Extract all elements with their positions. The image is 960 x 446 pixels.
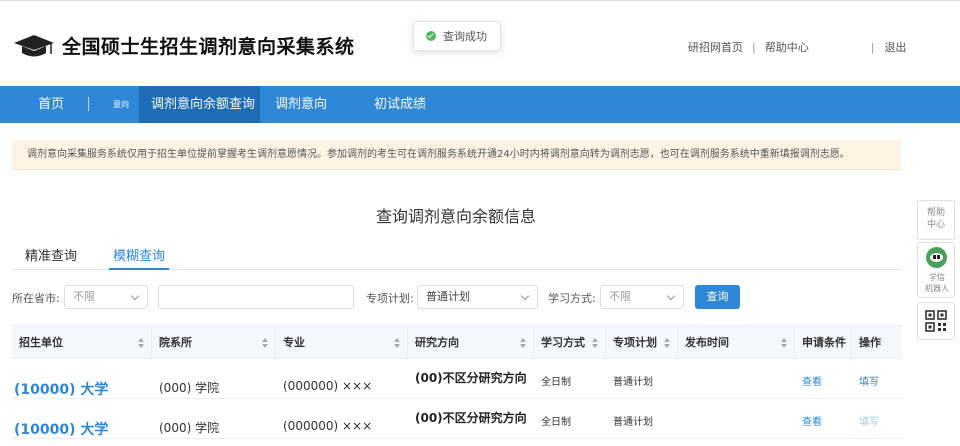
nav-intention[interactable]: 调剂意向 [275, 86, 327, 123]
chevron-down-icon [666, 291, 676, 301]
nav-separator [88, 97, 89, 111]
toast-message: 查询成功 [443, 30, 487, 43]
home-link[interactable]: 研招网首页 [688, 39, 743, 55]
section-title: 查询调剂意向余额信息 [375, 207, 536, 226]
cell-dept: (000) 学院 [159, 421, 220, 435]
help-center-link[interactable]: 帮助中心 [765, 39, 809, 55]
header: 全国硕士生招生调剂意向采集系统 查询成功 研招网首页 | 帮助中心 | 退出 [0, 0, 960, 86]
cell-direction: (00)不区分研究方向 [415, 411, 527, 425]
chevron-down-icon [130, 291, 140, 301]
province-select[interactable]: 不限 [64, 285, 148, 309]
link-separator: | [870, 40, 875, 54]
nav-quota-query[interactable]: 调剂意向余额查询 [139, 86, 260, 123]
column-header-plan[interactable]: 专项计划 [606, 326, 678, 360]
cell-time [678, 359, 795, 399]
help-label-line2: 中心 [926, 220, 945, 230]
column-header-unit[interactable]: 招生单位 [12, 326, 152, 360]
special-plan-select[interactable]: 普通计划 [417, 285, 538, 309]
view-conditions-link[interactable]: 查看 [795, 399, 852, 439]
cell-major: (000000) ××× [283, 379, 373, 393]
sort-icon[interactable] [520, 338, 526, 348]
nav-small-label: 意向 [113, 100, 129, 109]
site-title: 全国硕士生招生调剂意向采集系统 [62, 36, 355, 58]
tab-exact-query[interactable]: 精准查询 [25, 245, 77, 270]
check-circle-icon [426, 31, 436, 41]
table-header: 招生单位 院系所 专业 研究方向 学习方式 专项计划 发布时间 申请条件 操作 [12, 325, 902, 360]
top-links: 研招网首页 | 帮助中心 | 退出 [688, 39, 906, 55]
logout-link[interactable]: 退出 [884, 39, 906, 55]
special-plan-select-value: 普通计划 [426, 290, 470, 303]
column-header-condition: 申请条件 [795, 326, 852, 360]
nav-scores[interactable]: 初试成绩 [374, 86, 426, 123]
cell-major: (000000) ××× [283, 419, 373, 433]
column-header-action: 操作 [859, 336, 881, 349]
cell-plan: 普通计划 [613, 417, 653, 428]
column-header-dept[interactable]: 院系所 [152, 326, 276, 360]
query-button[interactable]: 查询 [695, 285, 740, 309]
qr-code-icon [925, 310, 947, 332]
filter-row: 所在省市: 不限 专项计划: 普通计划 学习方式: 不限 查询 [0, 285, 912, 309]
chatbot-label: 学信 机器人 [925, 273, 949, 293]
sort-icon[interactable] [394, 338, 400, 348]
column-header-major[interactable]: 专业 [276, 326, 408, 360]
cell-mode: 全日制 [541, 377, 571, 388]
column-header-mode[interactable]: 学习方式 [534, 326, 606, 360]
chatbot-button[interactable]: 学信 机器人 [917, 242, 955, 298]
tab-fuzzy-query[interactable]: 模糊查询 [109, 245, 169, 270]
province-label: 所在省市: [12, 292, 60, 305]
fill-in-link[interactable]: 填写 [852, 359, 902, 399]
cell-unit[interactable]: (10000) 大学 [12, 399, 152, 439]
column-header-time[interactable]: 发布时间 [678, 326, 795, 360]
sort-icon[interactable] [592, 338, 598, 348]
cell-plan: 普通计划 [613, 377, 653, 388]
query-tabs: 精准查询 模糊查询 [12, 245, 902, 270]
cell-mode: 全日制 [541, 417, 571, 428]
sort-icon[interactable] [262, 338, 268, 348]
notice-banner: 调剂意向采集服务系统仅用于招生单位提前掌握考生调剂意愿情况。参加调剂的考生可在调… [12, 140, 901, 170]
fill-in-link-disabled: 填写 [859, 417, 879, 428]
province-select-value: 不限 [73, 290, 95, 303]
cell-time [678, 399, 795, 439]
help-label-line1: 帮助 [926, 208, 945, 218]
column-header-direction[interactable]: 研究方向 [408, 326, 534, 360]
graduation-cap-icon [14, 35, 54, 57]
qr-code-button[interactable] [917, 302, 955, 340]
cell-direction: (00)不区分研究方向 [415, 371, 527, 385]
cell-dept: (000) 学院 [159, 381, 220, 395]
keyword-input[interactable] [158, 285, 354, 309]
sort-icon[interactable] [664, 338, 670, 348]
study-mode-select[interactable]: 不限 [600, 285, 684, 309]
main-nav: 首页 意向 调剂意向余额查询 调剂意向 初试成绩 [0, 86, 960, 123]
robot-icon [926, 247, 947, 268]
study-mode-select-value: 不限 [609, 290, 631, 303]
chevron-down-icon [520, 291, 530, 301]
table-row: (10000) 大学 (000) 学院 (000000) ××× (00)不区分… [12, 399, 902, 439]
success-toast: 查询成功 [413, 21, 501, 51]
view-conditions-link[interactable]: 查看 [795, 359, 852, 399]
help-center-button[interactable]: 帮助 中心 [917, 200, 955, 240]
study-mode-label: 学习方式: [548, 292, 596, 305]
table-row: (10000) 大学 (000) 学院 (000000) ××× (00)不区分… [12, 359, 902, 399]
sort-icon[interactable] [781, 338, 787, 348]
nav-home[interactable]: 首页 [38, 86, 64, 123]
cell-unit[interactable]: (10000) 大学 [12, 359, 152, 399]
sort-icon[interactable] [138, 338, 144, 348]
link-separator: | [752, 40, 756, 54]
special-plan-label: 专项计划: [366, 292, 414, 305]
